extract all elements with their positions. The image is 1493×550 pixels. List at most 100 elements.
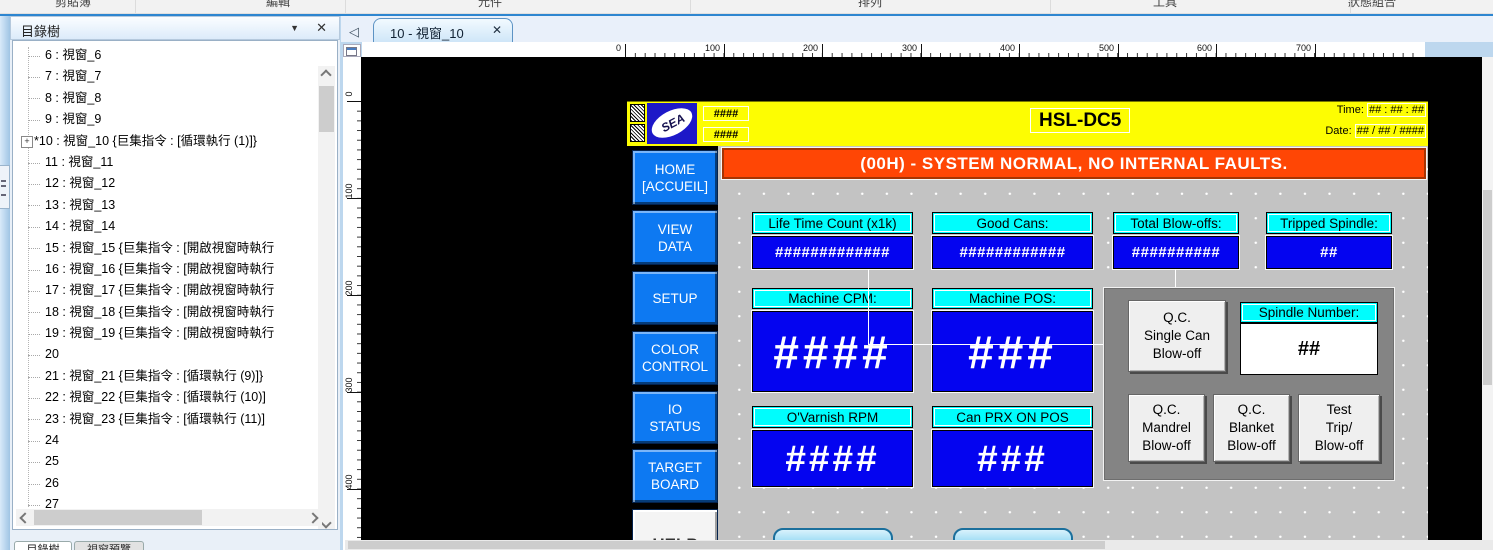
menu-group-clipboard[interactable]: 剪貼簿	[55, 0, 91, 10]
scrollbar-thumb[interactable]	[34, 510, 202, 525]
tree-item[interactable]: 6 : 視窗_6	[15, 45, 311, 66]
docked-panel-icon	[1, 180, 6, 196]
field-label-life-time-count[interactable]: Life Time Count (x1k)	[752, 212, 913, 234]
canvas-vertical-scrollbar[interactable]	[1482, 57, 1493, 540]
qc-single-can-blow-off-button[interactable]: Q.C. Single Can Blow-off	[1128, 300, 1226, 372]
numeric-display[interactable]: ####	[703, 106, 749, 121]
time-display[interactable]: Time: ## : ## : ##	[1300, 104, 1426, 119]
directory-tree-panel: 目錄樹 ▼ ✕ 6 : 視窗_6 7 : 視窗_7 8 : 視窗_8 9 : 視…	[10, 16, 340, 550]
tree-item[interactable]: 11 : 視窗_11	[15, 152, 311, 173]
field-value-life-time-count[interactable]: #############	[752, 236, 913, 269]
menu-separator	[135, 0, 136, 13]
expand-icon[interactable]: +	[21, 136, 33, 148]
tree-item[interactable]: 20	[15, 344, 311, 365]
scrollbar-thumb[interactable]	[319, 86, 334, 132]
view-data-button[interactable]: VIEW DATA	[632, 210, 718, 265]
ruler-number: 200	[788, 43, 818, 53]
scrollbar-thumb[interactable]	[348, 541, 1105, 549]
field-value-can-prx-on-pos[interactable]: ###	[932, 430, 1093, 487]
field-value-machine-cpm[interactable]: ####	[752, 311, 913, 392]
io-status-button[interactable]: IO STATUS	[632, 391, 718, 444]
alarm-status-bar[interactable]: (00H) - SYSTEM NORMAL, NO INTERNAL FAULT…	[722, 148, 1426, 179]
date-value: ## / ## / ####	[1355, 124, 1426, 138]
field-label-machine-cpm[interactable]: Machine CPM:	[752, 288, 913, 309]
tree-item[interactable]: 25	[15, 451, 311, 472]
numeric-display[interactable]: ####	[703, 127, 749, 142]
menu-separator	[345, 0, 346, 13]
tree-item[interactable]: 26	[15, 473, 311, 494]
tab-scroll-left-icon[interactable]: ◁	[349, 24, 359, 40]
app-window: 剪貼簿 編輯 元件 排列 工具 狀態組合 目錄樹 ▼ ✕ 6 : 視窗_6 7 …	[0, 0, 1493, 550]
tab-directory-tree[interactable]: 目錄樹	[14, 541, 72, 550]
target-board-button[interactable]: TARGET BOARD	[632, 449, 718, 503]
tree-panel-header: 目錄樹 ▼ ✕	[10, 16, 340, 40]
setup-button[interactable]: SETUP	[632, 271, 718, 325]
tree-item[interactable]: 22 : 視窗_22 {巨集指令 : [循環執行 (10)]	[15, 387, 311, 408]
hmi-title[interactable]: HSL-DC5	[1030, 110, 1130, 132]
tree-item[interactable]: 23 : 視窗_23 {巨集指令 : [循環執行 (11)]	[15, 409, 311, 430]
scroll-left-icon[interactable]	[19, 512, 30, 523]
tree-vertical-scrollbar[interactable]	[318, 66, 335, 530]
tab-close-icon[interactable]: ✕	[492, 23, 502, 37]
scroll-up-icon[interactable]	[320, 69, 331, 80]
wire-line[interactable]	[1175, 269, 1176, 288]
tree-item[interactable]: 16 : 視窗_16 {巨集指令 : [開啟視窗時執行	[15, 259, 311, 280]
tree-item[interactable]: 18 : 視窗_18 {巨集指令 : [開啟視窗時執行	[15, 302, 311, 323]
company-logo[interactable]: SEA	[647, 103, 697, 144]
scrollbar-thumb[interactable]	[1483, 190, 1492, 385]
test-trip-blow-off-button[interactable]: Test Trip/ Blow-off	[1298, 394, 1380, 462]
ruler-number: 100	[344, 177, 354, 205]
chevron-down-icon[interactable]: ▼	[290, 23, 299, 33]
close-icon[interactable]: ✕	[316, 20, 327, 36]
tree-item[interactable]: 9 : 視窗_9	[15, 109, 311, 130]
field-label-good-cans[interactable]: Good Cans:	[932, 212, 1093, 234]
menu-group-tools[interactable]: 工具	[1153, 0, 1177, 10]
field-value-good-cans[interactable]: ############	[932, 236, 1093, 269]
field-label-total-blow-offs[interactable]: Total Blow-offs:	[1113, 212, 1239, 234]
field-label-ovarnish-rpm[interactable]: O'Varnish RPM	[752, 406, 913, 428]
pattern-square-object[interactable]	[630, 104, 645, 122]
qc-blanket-blow-off-button[interactable]: Q.C. Blanket Blow-off	[1213, 394, 1290, 462]
tree-item[interactable]: 7 : 視窗_7	[15, 66, 311, 87]
field-value-spindle-number[interactable]: ##	[1240, 323, 1378, 375]
wire-line[interactable]	[868, 344, 1128, 345]
tree-item[interactable]: 12 : 視窗_12	[15, 173, 311, 194]
field-value-machine-pos[interactable]: ###	[932, 311, 1093, 392]
field-value-tripped-spindle[interactable]: ##	[1266, 236, 1392, 269]
tab-window-preview[interactable]: 視窗預覽	[74, 541, 144, 550]
menu-separator	[690, 0, 691, 13]
field-label-can-prx-on-pos[interactable]: Can PRX ON POS	[932, 406, 1093, 428]
menu-group-edit[interactable]: 編輯	[266, 0, 290, 10]
canvas-horizontal-scrollbar[interactable]	[345, 540, 1493, 550]
docked-panel-tab[interactable]	[0, 165, 10, 209]
tree-item[interactable]: 21 : 視窗_21 {巨集指令 : [循環執行 (9)]}	[15, 366, 311, 387]
field-label-tripped-spindle[interactable]: Tripped Spindle:	[1266, 212, 1392, 234]
tree-item[interactable]: 17 : 視窗_17 {巨集指令 : [開啟視窗時執行	[15, 280, 311, 301]
pattern-square-object[interactable]	[630, 124, 645, 142]
color-control-button[interactable]: COLOR CONTROL	[632, 331, 718, 385]
tab-window-10[interactable]: 10 - 視窗_10 ✕	[373, 18, 513, 42]
ruler-number: 600	[1182, 43, 1212, 53]
ruler-origin-icon[interactable]	[343, 44, 361, 57]
field-value-total-blow-offs[interactable]: ##########	[1113, 236, 1239, 269]
date-display[interactable]: Date: ## / ## / ####	[1300, 125, 1426, 140]
qc-mandrel-blow-off-button[interactable]: Q.C. Mandrel Blow-off	[1128, 394, 1205, 462]
tree-item[interactable]: 24	[15, 430, 311, 451]
menu-group-object[interactable]: 元件	[478, 0, 502, 10]
menu-group-states[interactable]: 狀態組合	[1348, 0, 1396, 10]
tree-item[interactable]: 19 : 視窗_19 {巨集指令 : [開啟視窗時執行	[15, 323, 311, 344]
tree-item[interactable]: 8 : 視窗_8	[15, 88, 311, 109]
tree-item-active-window[interactable]: +*10 : 視窗_10 {巨集指令 : [循環執行 (1)]}	[15, 131, 311, 152]
wire-line[interactable]	[868, 269, 869, 345]
tree-item[interactable]: 13 : 視窗_13	[15, 195, 311, 216]
field-label-spindle-number[interactable]: Spindle Number:	[1240, 302, 1378, 323]
menu-group-arrange[interactable]: 排列	[858, 0, 882, 10]
scroll-right-icon[interactable]	[307, 512, 318, 523]
home-button[interactable]: HOME [ACCUEIL]	[632, 150, 718, 205]
tree-horizontal-scrollbar[interactable]	[16, 509, 322, 526]
scroll-down-icon[interactable]	[320, 517, 331, 528]
field-label-machine-pos[interactable]: Machine POS:	[932, 288, 1093, 309]
tree-item[interactable]: 15 : 視窗_15 {巨集指令 : [開啟視窗時執行	[15, 238, 311, 259]
tree-item[interactable]: 14 : 視窗_14	[15, 216, 311, 237]
field-value-ovarnish-rpm[interactable]: ####	[752, 430, 913, 487]
